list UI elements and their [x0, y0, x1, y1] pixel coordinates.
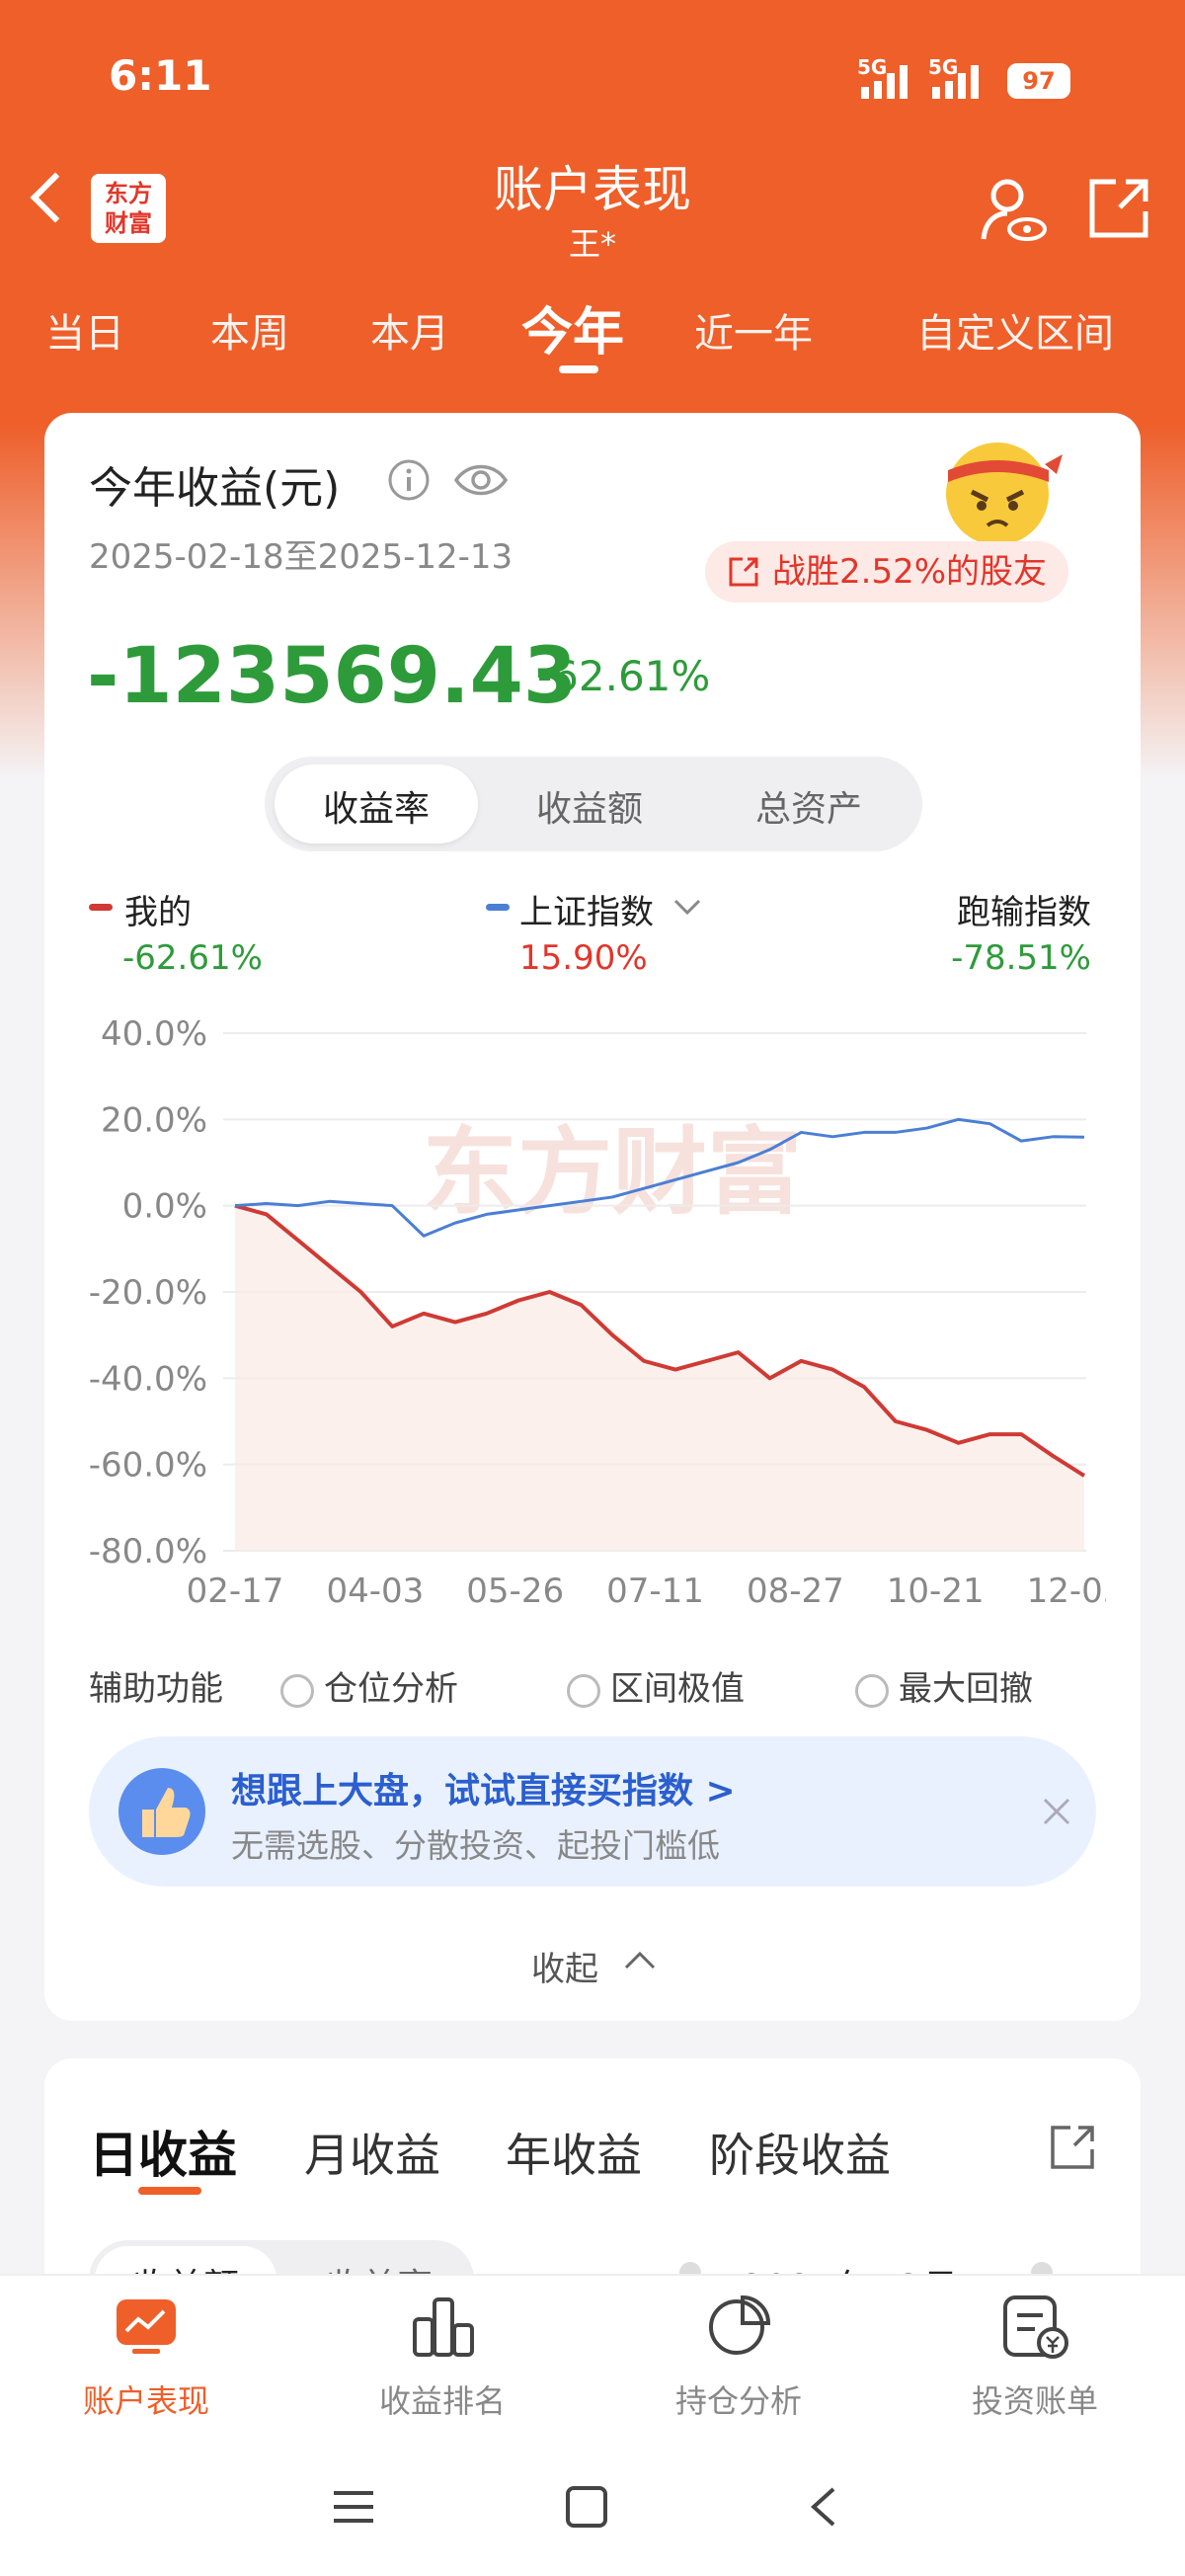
beat-text: 战胜2.52%的股友 [772, 552, 1048, 592]
legend-gap-label: 跑输指数 [957, 893, 1091, 932]
nav-earnings-ranking[interactable]: 收益排名 [334, 2376, 551, 2422]
y-tick-label: 0.0% [122, 1187, 207, 1227]
tab-week[interactable]: 本周 [210, 301, 289, 359]
y-tick-label: -60.0% [89, 1446, 207, 1486]
option-max-drawdown[interactable]: 最大回撤 [855, 1661, 1033, 1710]
account-name: 王* [568, 225, 616, 263]
share-small-icon [729, 557, 758, 587]
chevron-down-icon[interactable] [672, 895, 703, 919]
legend-mine-value: -62.61% [122, 938, 263, 978]
status-time: 6:11 [109, 51, 212, 100]
y-tick-label: -20.0% [89, 1273, 207, 1313]
x-tick-label: 02-17 [187, 1571, 284, 1611]
x-tick-label: 05-26 [466, 1571, 564, 1611]
close-icon[interactable] [1041, 1796, 1072, 1827]
legend-index-swatch [486, 904, 510, 911]
radio-icon[interactable] [855, 1673, 889, 1708]
privacy-eye-icon[interactable] [978, 174, 1049, 245]
legend-mine-label: 我的 [124, 893, 192, 932]
segment-total-assets[interactable]: 总资产 [707, 780, 910, 832]
y-tick-label: 40.0% [101, 1014, 207, 1054]
nav-holdings-analysis[interactable]: 持仓分析 [630, 2376, 847, 2422]
promo-subtitle: 无需选股、分散投资、起投门槛低 [231, 1826, 720, 1865]
radio-icon[interactable] [280, 1673, 314, 1708]
radio-icon[interactable] [567, 1673, 600, 1708]
export-icon[interactable] [1047, 2122, 1098, 2173]
option-range-extreme[interactable]: 区间极值 [567, 1661, 745, 1710]
legend-gap-value: -78.51% [951, 938, 1091, 978]
assist-label: 辅助功能 [89, 1669, 223, 1709]
pie-icon[interactable] [707, 2294, 772, 2359]
segment-return-rate[interactable]: 收益率 [275, 780, 478, 832]
y-tick-label: 20.0% [101, 1100, 207, 1140]
daily-tab-indicator [138, 2187, 201, 2195]
y-tick-label: -80.0% [89, 1532, 207, 1571]
legend-index-value: 15.90% [519, 938, 648, 978]
return-chart: 东方财富 40.0% 20.0% 0.0% -20.0% -40.0% -60.0% -80.… [89, 1014, 1106, 1611]
tab-stage-earnings[interactable]: 阶段收益 [709, 2120, 891, 2185]
home-icon[interactable] [565, 2485, 608, 2529]
tab-yearly-earnings[interactable]: 年收益 [506, 2120, 642, 2185]
total-profit-amount: -123569.43 [87, 632, 578, 721]
nav-investment-bill[interactable]: 投资账单 [926, 2376, 1144, 2422]
app-logo: 东方 财富 [91, 174, 166, 243]
active-tab-indicator [559, 365, 598, 373]
signal-icon-2 [932, 59, 979, 99]
x-tick-label: 08-27 [747, 1571, 844, 1611]
tab-year[interactable]: 今年 [521, 290, 624, 364]
visibility-eye-icon[interactable] [452, 458, 510, 502]
summary-title: 今年收益(元) [89, 463, 341, 514]
tab-month[interactable]: 本月 [370, 301, 449, 359]
page-title: 账户表现 [494, 161, 691, 218]
tab-monthly-earnings[interactable]: 月收益 [304, 2120, 440, 2185]
info-icon[interactable] [387, 458, 431, 502]
collapse-button[interactable]: 收起 [531, 1942, 598, 1990]
segment-profit-amount[interactable]: 收益额 [488, 780, 691, 832]
tab-custom-range[interactable]: 自定义区间 [916, 301, 1114, 359]
mascot-emoji-icon [946, 443, 1063, 545]
menu-icon[interactable] [332, 2487, 375, 2527]
back-nav-icon[interactable] [808, 2485, 837, 2529]
thumbs-up-icon [118, 1768, 205, 1855]
x-tick-label: 07-11 [606, 1571, 704, 1611]
x-tick-label: 04-03 [326, 1571, 424, 1611]
legend-mine-swatch [89, 904, 113, 911]
x-tick-label: 10-21 [887, 1571, 985, 1611]
chart-watermark: 东方财富 [423, 1117, 802, 1228]
beat-ranking-chip[interactable]: 战胜2.52%的股友 [705, 541, 1069, 603]
tab-today[interactable]: 当日 [45, 301, 124, 359]
bars-icon[interactable] [411, 2295, 476, 2359]
tab-daily-earnings[interactable]: 日收益 [89, 2116, 237, 2187]
option-position-analysis[interactable]: 仓位分析 [280, 1661, 458, 1710]
tab-last-year[interactable]: 近一年 [694, 301, 813, 359]
total-profit-percent: -62.61% [537, 652, 711, 700]
promo-title[interactable]: 想跟上大盘，试试直接买指数 > [231, 1762, 736, 1813]
nav-account-performance[interactable]: 账户表现 [38, 2376, 255, 2422]
y-tick-label: -40.0% [89, 1359, 207, 1399]
signal-icon-1 [861, 59, 908, 99]
share-icon[interactable] [1086, 176, 1151, 241]
legend-index-label[interactable]: 上证指数 [519, 885, 654, 933]
date-range: 2025-02-18至2025-12-13 [89, 537, 514, 577]
bill-icon[interactable] [1001, 2294, 1070, 2361]
battery-icon: 97 [1007, 63, 1070, 99]
chevron-up-icon[interactable] [622, 1946, 658, 1975]
chart-icon[interactable] [115, 2297, 178, 2357]
x-tick-label: 12-05 [1027, 1571, 1106, 1611]
